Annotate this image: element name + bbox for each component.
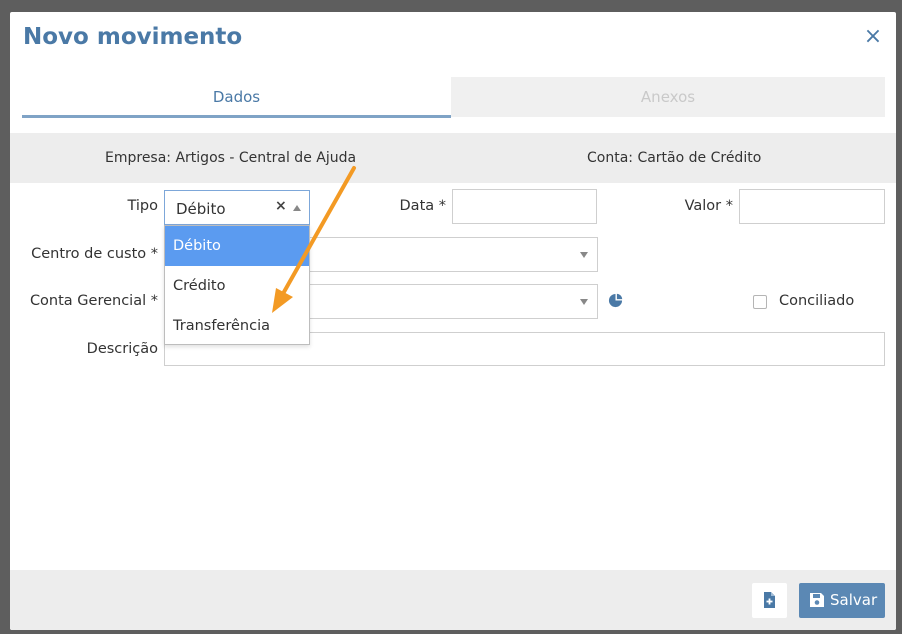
new-movement-modal: Novo movimento × Dados Anexos Empresa: A… — [10, 12, 896, 630]
annotation-arrow — [272, 166, 356, 313]
